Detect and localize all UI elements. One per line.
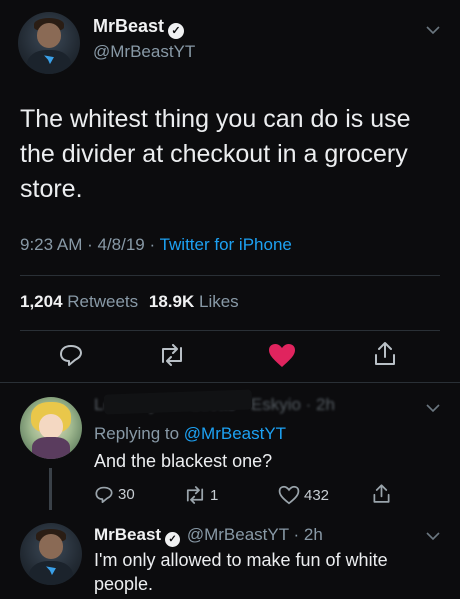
share-icon[interactable] [373,341,397,372]
tweet-text-line: the divider at checkout in a grocery [20,140,408,168]
second-reply-author-name[interactable]: MrBeast [94,525,161,544]
retweet-label[interactable]: Retweets [67,292,138,311]
verified-icon: ✓ [168,23,185,39]
retweet-count: 1 [210,486,219,504]
reply-action[interactable]: 30 [94,485,135,504]
author-name-row[interactable]: MrBeast ✓ [93,16,185,39]
tweet-text-line: store. [20,175,83,203]
replying-handle-link[interactable]: @MrBeastYT [184,424,286,443]
replying-to: Replying to @MrBeastYT [94,424,286,444]
reply-text: And the blackest one? [94,451,273,471]
retweet-action[interactable]: 1 [183,486,218,504]
second-reply-text-line: I'm only allowed to make fun of white [94,550,388,570]
second-reply-text: I'm only allowed to make fun of white pe… [94,548,388,596]
retweet-icon[interactable] [157,344,187,371]
second-reply-header: MrBeast ✓ @MrBeastYT · 2h [94,525,323,547]
verified-icon: ✓ [165,532,181,547]
chevron-down-icon[interactable] [426,400,440,418]
meta-separator: · [149,235,160,254]
tweet-source-link[interactable]: Twitter for iPhone [160,235,292,254]
share-icon[interactable] [372,483,391,510]
like-action[interactable]: 432 [278,485,329,505]
replying-prefix: Replying to [94,424,180,443]
second-reply-text-line: people. [94,574,154,594]
heart-outline-icon [278,485,300,505]
author-handle[interactable]: @MrBeastYT [93,42,195,62]
retweet-count[interactable]: 1,204 [20,292,63,311]
reply-icon[interactable] [58,343,84,372]
reply-avatar[interactable] [20,397,82,459]
tweet-time[interactable]: 9:23 AM [20,235,82,254]
tweet-text: The whitest thing you can do is use the … [20,102,411,207]
tweet-meta: 9:23 AM · 4/8/19 · Twitter for iPhone [20,235,292,255]
reply-count: 30 [118,486,135,503]
heart-icon[interactable] [268,343,296,373]
author-name[interactable]: MrBeast [93,16,164,36]
reply-icon [95,486,113,504]
like-count: 432 [304,486,330,504]
chevron-down-icon[interactable] [426,22,440,40]
meta-separator: · [87,235,98,254]
tweet-date[interactable]: 4/8/19 [98,235,145,254]
divider [20,330,440,331]
tweet-stats: 1,204 Retweets 18.9K Likes [20,292,239,312]
like-label[interactable]: Likes [199,292,239,311]
chevron-down-icon[interactable] [426,528,440,546]
author-avatar[interactable] [18,12,80,74]
thread-line [49,468,52,510]
divider [20,275,440,276]
author-avatar[interactable] [20,523,82,585]
like-count[interactable]: 18.9K [149,292,194,311]
second-reply-handle[interactable]: @MrBeastYT · 2h [187,525,323,544]
retweet-icon [186,486,204,504]
divider [0,382,460,383]
tweet-text-line: The whitest thing you can do is use [20,105,411,133]
